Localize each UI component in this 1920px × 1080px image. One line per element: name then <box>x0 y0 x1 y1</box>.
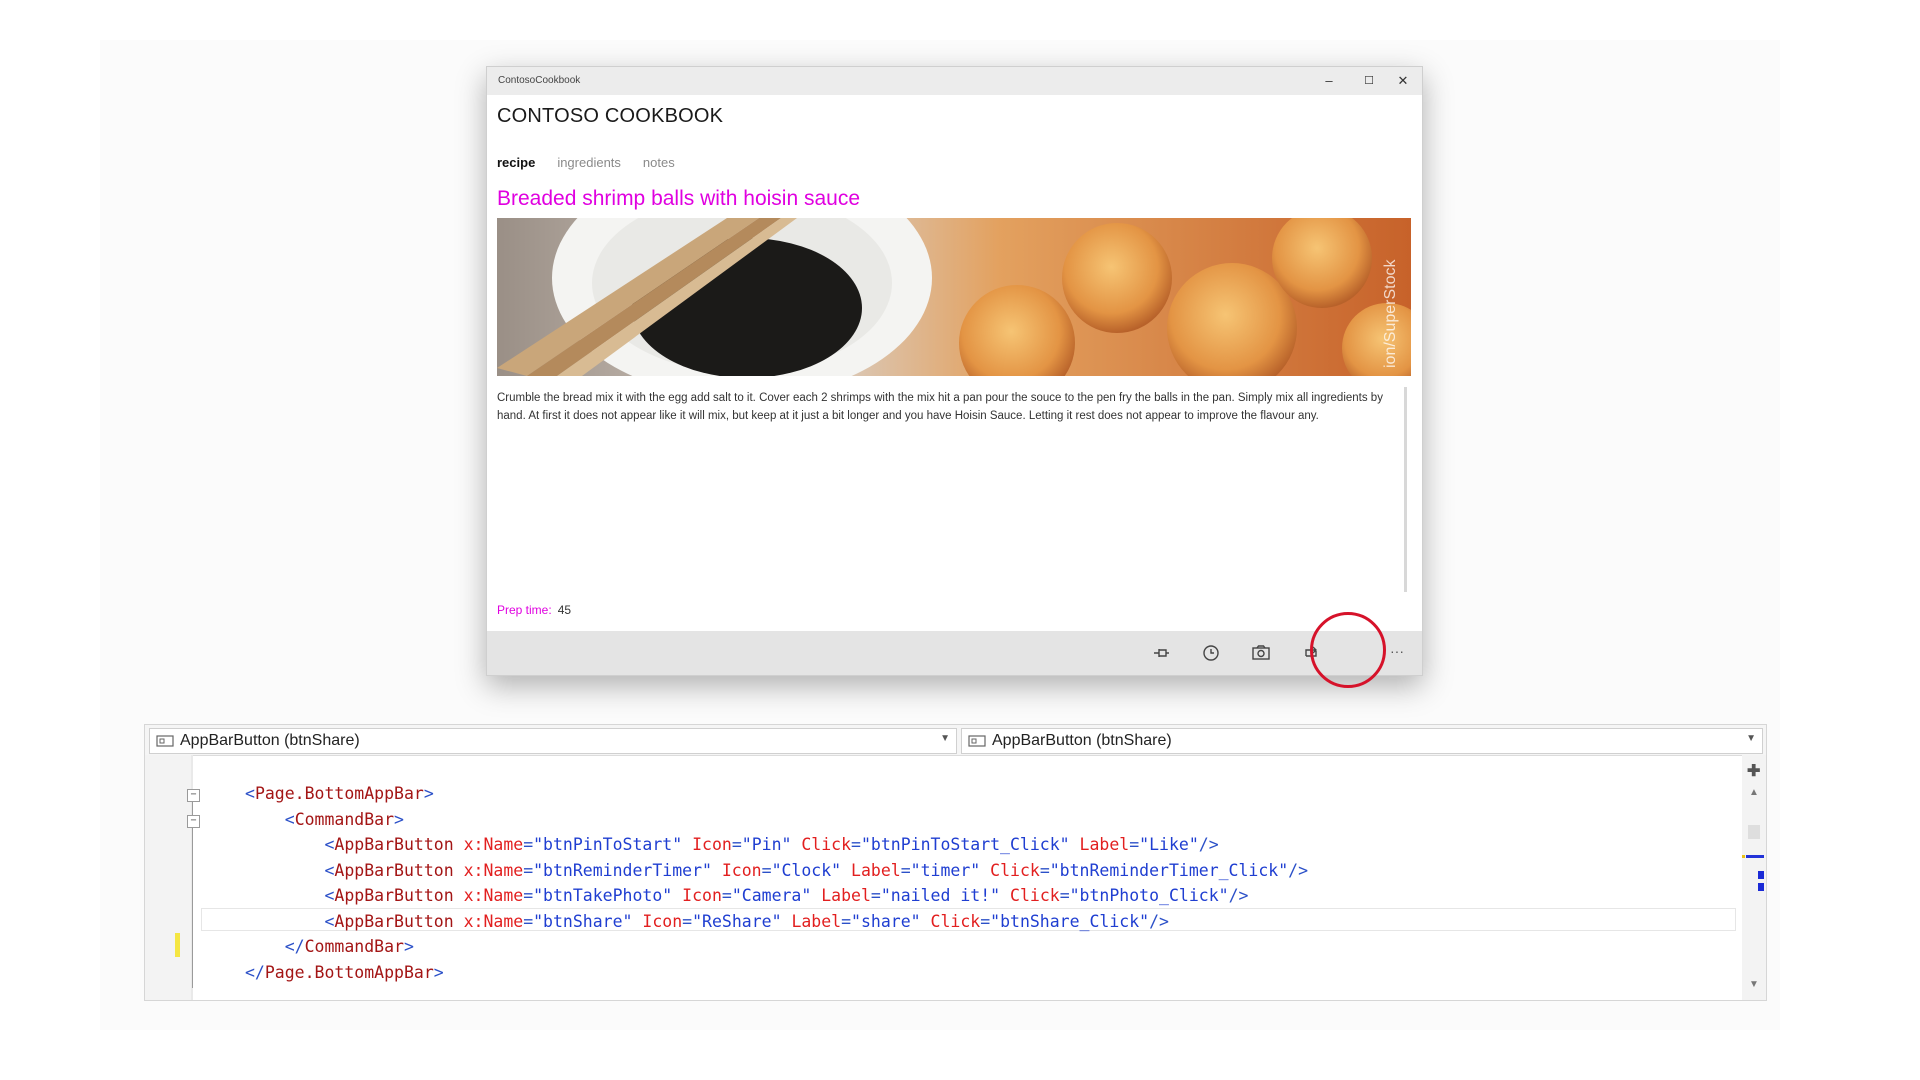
chevron-down-icon: ▼ <box>940 733 950 744</box>
highlight-circle-annotation <box>1310 612 1386 688</box>
collapse-region-toggle[interactable]: − <box>187 815 200 828</box>
code-line[interactable]: </Page.BottomAppBar> <box>245 960 1308 986</box>
type-dropdown[interactable]: AppBarButton (btnShare) ▼ <box>149 728 957 754</box>
prep-time: Prep time: 45 <box>497 603 571 617</box>
tab-recipe[interactable]: recipe <box>497 155 535 170</box>
window-title: ContosoCookbook <box>498 75 581 86</box>
app-window: ContosoCookbook – ☐ ✕ CONTOSO COOKBOOK r… <box>486 66 1423 676</box>
scroll-down-icon[interactable]: ▼ <box>1749 979 1759 990</box>
editor-navigation-bar: AppBarButton (btnShare) ▼ AppBarButton (… <box>145 725 1766 756</box>
split-plus-icon[interactable]: ✚ <box>1747 761 1760 781</box>
collapse-region-toggle[interactable]: − <box>187 789 200 802</box>
title-bar[interactable]: ContosoCookbook – ☐ ✕ <box>487 67 1422 95</box>
member-dropdown[interactable]: AppBarButton (btnShare) ▼ <box>961 728 1763 754</box>
more-options-button[interactable]: ··· <box>1390 643 1404 659</box>
fold-guide <box>192 828 193 988</box>
code-editor: AppBarButton (btnShare) ▼ AppBarButton (… <box>144 724 1767 1001</box>
code-line[interactable]: <Page.BottomAppBar> <box>245 781 1308 807</box>
code-line[interactable]: <AppBarButton x:Name="btnReminderTimer" … <box>245 858 1308 884</box>
code-line[interactable]: <AppBarButton x:Name="btnShare" Icon="Re… <box>245 909 1308 935</box>
caret-map-marker <box>1746 855 1764 858</box>
minimize-button[interactable]: – <box>1315 71 1343 91</box>
scroll-up-icon[interactable]: ▲ <box>1749 787 1759 798</box>
recipe-description: Crumble the bread mix it with the egg ad… <box>497 392 1383 422</box>
pin-icon <box>1154 649 1169 657</box>
editor-gutter <box>145 755 191 1000</box>
class-icon <box>968 735 986 747</box>
maximize-button[interactable]: ☐ <box>1355 71 1383 91</box>
code-line[interactable]: <AppBarButton x:Name="btnPinToStart" Ico… <box>245 832 1308 858</box>
map-marker <box>1758 883 1764 891</box>
class-icon <box>156 735 174 747</box>
scroll-thumb[interactable] <box>1748 825 1760 839</box>
change-map-marker <box>1742 855 1745 858</box>
camera-button[interactable] <box>1250 642 1272 664</box>
tab-ingredients[interactable]: ingredients <box>557 155 621 170</box>
code-text[interactable]: <Page.BottomAppBar> <CommandBar> <AppBar… <box>245 781 1308 985</box>
map-marker <box>1758 871 1764 879</box>
prep-time-value: 45 <box>557 603 572 617</box>
code-line[interactable]: </CommandBar> <box>245 934 1308 960</box>
unsaved-change-marker <box>175 933 180 957</box>
camera-icon <box>1252 645 1270 660</box>
pivot-tabs: recipe ingredients notes <box>497 155 697 170</box>
editor-scrollbar[interactable]: ✚ ▲ ▼ <box>1742 755 1766 1000</box>
bottom-app-bar: ··· <box>487 631 1422 675</box>
type-dropdown-label: AppBarButton (btnShare) <box>180 732 360 749</box>
clock-icon <box>1203 645 1219 661</box>
fold-guide <box>192 802 193 816</box>
close-button[interactable]: ✕ <box>1389 71 1417 91</box>
description-scrollbar[interactable] <box>1404 387 1407 592</box>
code-line[interactable]: <CommandBar> <box>245 807 1308 833</box>
recipe-image: ion/SuperStock <box>497 218 1411 376</box>
recipe-title: Breaded shrimp balls with hoisin sauce <box>497 187 861 210</box>
timer-button[interactable] <box>1200 642 1222 664</box>
image-credit: ion/SuperStock <box>1382 258 1399 368</box>
app-title: CONTOSO COOKBOOK <box>497 105 724 127</box>
member-dropdown-label: AppBarButton (btnShare) <box>992 732 1172 749</box>
code-line[interactable]: <AppBarButton x:Name="btnTakePhoto" Icon… <box>245 883 1308 909</box>
prep-time-label: Prep time: <box>497 603 552 617</box>
tab-notes[interactable]: notes <box>643 155 675 170</box>
pin-button[interactable] <box>1150 642 1172 664</box>
chevron-down-icon: ▼ <box>1746 733 1756 744</box>
